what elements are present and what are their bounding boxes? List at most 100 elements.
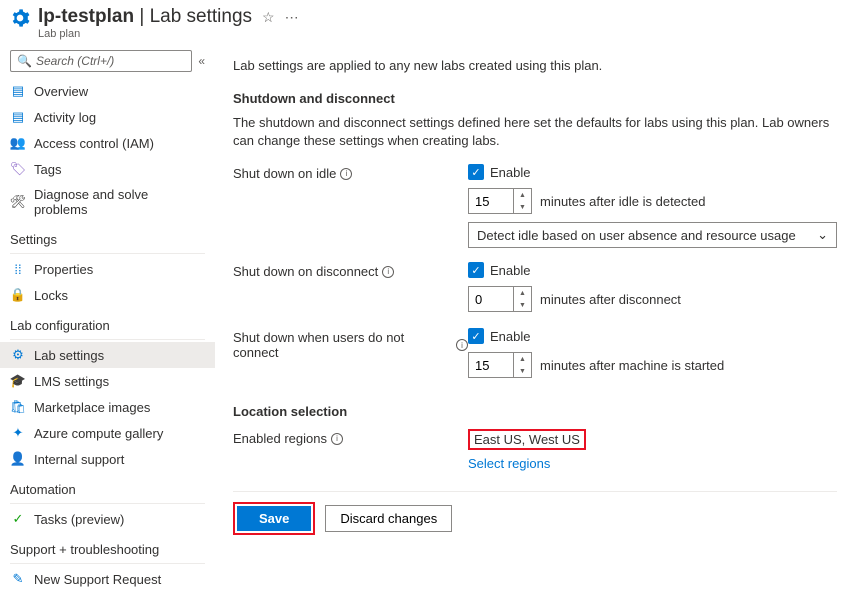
sidebar-item-label: Lab settings — [34, 348, 104, 363]
activity-icon: ▤ — [10, 109, 26, 125]
save-button[interactable]: Save — [237, 506, 311, 531]
disconnect-suffix: minutes after disconnect — [540, 292, 681, 307]
idle-detection-dropdown[interactable]: Detect idle based on user absence and re… — [468, 222, 837, 248]
sidebar-section-header: Settings — [0, 222, 215, 251]
idle-enable-label: Enable — [490, 165, 530, 180]
disconnect-label: Shut down on disconnect — [233, 264, 378, 279]
noconnect-minutes-spinner[interactable]: ▲▼ — [468, 352, 532, 378]
sidebar-item-label: Azure compute gallery — [34, 426, 163, 441]
locks-icon: 🔒 — [10, 287, 26, 303]
regions-label: Enabled regions — [233, 431, 327, 446]
sidebar-section-header: Lab configuration — [0, 308, 215, 337]
sidebar-item-label: LMS settings — [34, 374, 109, 389]
disconnect-minutes-spinner[interactable]: ▲▼ — [468, 286, 532, 312]
noconnect-enable-checkbox[interactable]: ✓ — [468, 328, 484, 344]
idle-minutes-spinner[interactable]: ▲▼ — [468, 188, 532, 214]
disconnect-minutes-input[interactable] — [469, 287, 513, 311]
sidebar-item-marketplace[interactable]: 🛍 Marketplace images — [0, 394, 215, 420]
disconnect-enable-checkbox[interactable]: ✓ — [468, 262, 484, 278]
sidebar-item-label: Locks — [34, 288, 68, 303]
divider — [10, 339, 205, 340]
sidebar-item-label: Internal support — [34, 452, 124, 467]
info-icon[interactable]: i — [340, 168, 352, 180]
regions-highlight: East US, West US — [468, 429, 586, 450]
noconnect-minutes-input[interactable] — [469, 353, 513, 377]
divider — [10, 253, 205, 254]
sidebar-item-access[interactable]: 👥 Access control (IAM) — [0, 130, 215, 156]
divider — [10, 563, 205, 564]
discard-button[interactable]: Discard changes — [325, 505, 452, 532]
idle-minutes-input[interactable] — [469, 189, 513, 213]
sidebar-item-locks[interactable]: 🔒 Locks — [0, 282, 215, 308]
page-header: lp-testplan | Lab settings ☆ ⋯ Lab plan — [0, 0, 857, 44]
sidebar-item-label: Marketplace images — [34, 400, 150, 415]
idle-enable-checkbox[interactable]: ✓ — [468, 164, 484, 180]
sidebar-item-label: Diagnose and solve problems — [34, 187, 205, 217]
spinner-down-icon[interactable]: ▼ — [514, 365, 531, 377]
more-actions-icon[interactable]: ⋯ — [285, 9, 299, 26]
sidebar-item-label: Overview — [34, 84, 88, 99]
save-highlight: Save — [233, 502, 315, 535]
noconnect-enable-label: Enable — [490, 329, 530, 344]
main-content: Lab settings are applied to any new labs… — [215, 44, 857, 601]
sidebar-item-properties[interactable]: ⁞⁞ Properties — [0, 256, 215, 282]
sidebar-item-label: Activity log — [34, 110, 96, 125]
info-icon[interactable]: i — [331, 433, 343, 445]
spinner-up-icon[interactable]: ▲ — [514, 287, 531, 299]
spinner-down-icon[interactable]: ▼ — [514, 299, 531, 311]
sidebar-section-header: Automation — [0, 472, 215, 501]
footer-bar: Save Discard changes — [233, 491, 837, 535]
sidebar-item-diagnose[interactable]: 🛠 Diagnose and solve problems — [0, 182, 215, 222]
favorite-star-icon[interactable]: ☆ — [262, 9, 275, 26]
sidebar-item-tasks[interactable]: ✓ Tasks (preview) — [0, 506, 215, 532]
sidebar-item-label: New Support Request — [34, 572, 161, 587]
enabled-regions-value: East US, West US — [474, 432, 580, 447]
shutdown-desc: The shutdown and disconnect settings def… — [233, 114, 837, 150]
marketplace-icon: 🛍 — [10, 399, 26, 415]
sidebar-item-gallery[interactable]: ✦ Azure compute gallery — [0, 420, 215, 446]
spinner-up-icon[interactable]: ▲ — [514, 189, 531, 201]
sidebar-item-label: Tasks (preview) — [34, 512, 124, 527]
intro-text: Lab settings are applied to any new labs… — [233, 58, 837, 73]
noconnect-label: Shut down when users do not connect — [233, 330, 452, 360]
sidebar-item-activity[interactable]: ▤ Activity log — [0, 104, 215, 130]
info-icon[interactable]: i — [456, 339, 468, 351]
sidebar-item-label: Access control (IAM) — [34, 136, 154, 151]
resource-name: lp-testplan — [38, 6, 134, 27]
sidebar: 🔍 Search (Ctrl+/) « ▤Overview ▤ Activity l… — [0, 44, 215, 601]
lab-settings-icon: ⚙ — [10, 347, 26, 363]
select-regions-link[interactable]: Select regions — [468, 456, 550, 471]
resource-type: Lab plan — [38, 28, 847, 40]
sidebar-item-new-support[interactable]: ✎ New Support Request — [0, 566, 215, 592]
tasks-icon: ✓ — [10, 511, 26, 527]
sidebar-section-header: Support + troubleshooting — [0, 532, 215, 561]
diagnose-icon: 🛠 — [10, 194, 26, 210]
spinner-down-icon[interactable]: ▼ — [514, 201, 531, 213]
sidebar-item-label: Tags — [34, 162, 61, 177]
access-icon: 👥 — [10, 135, 26, 151]
sidebar-item-lab-settings[interactable]: ⚙ Lab settings — [0, 342, 215, 368]
sidebar-item-lms[interactable]: 🎓 LMS settings — [0, 368, 215, 394]
info-icon[interactable]: i — [382, 266, 394, 278]
gallery-icon: ✦ — [10, 425, 26, 441]
search-input[interactable]: 🔍 Search (Ctrl+/) — [10, 50, 192, 72]
new-support-icon: ✎ — [10, 571, 26, 587]
sidebar-item-label: Properties — [34, 262, 93, 277]
noconnect-suffix: minutes after machine is started — [540, 358, 724, 373]
support-icon: 👤 — [10, 451, 26, 467]
page-title: Lab settings — [150, 6, 252, 27]
sidebar-item-tags[interactable]: 🏷Tags — [0, 156, 215, 182]
properties-icon: ⁞⁞ — [10, 261, 26, 277]
location-heading: Location selection — [233, 404, 837, 419]
title-separator: | — [134, 6, 150, 27]
disconnect-enable-label: Enable — [490, 263, 530, 278]
search-icon: 🔍 — [17, 54, 32, 68]
idle-suffix: minutes after idle is detected — [540, 194, 705, 209]
collapse-sidebar-icon[interactable]: « — [198, 54, 205, 68]
sidebar-item-overview[interactable]: ▤Overview — [0, 78, 215, 104]
sidebar-item-support[interactable]: 👤 Internal support — [0, 446, 215, 472]
spinner-up-icon[interactable]: ▲ — [514, 353, 531, 365]
gear-icon — [10, 8, 30, 28]
lms-icon: 🎓 — [10, 373, 26, 389]
chevron-down-icon: ⌄ — [817, 227, 828, 243]
